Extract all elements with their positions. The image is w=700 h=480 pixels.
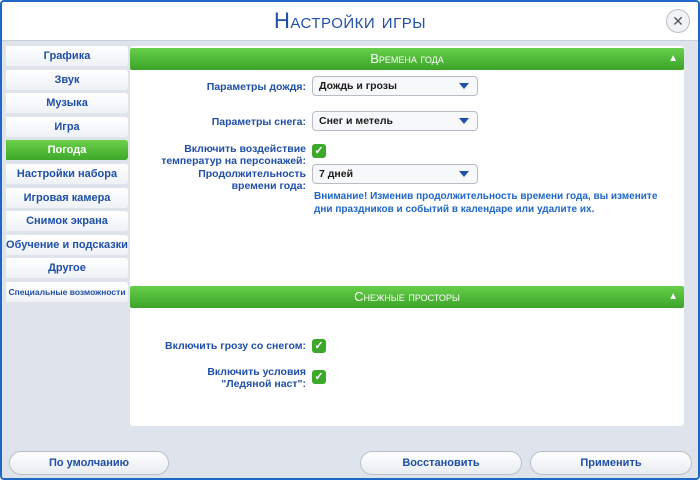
sidebar-item-pack-settings[interactable]: Настройки набора (6, 163, 128, 184)
page-title: Настройки игры (273, 8, 426, 33)
snow-thunder-label: Включить грозу со снегом: (164, 340, 306, 352)
settings-panel: Времена года ▲ Параметры дождя: Дождь и … (130, 46, 684, 426)
section-header-seasons[interactable]: Времена года ▲ (130, 48, 684, 70)
sidebar-item-music[interactable]: Музыка (6, 93, 128, 114)
rain-dropdown[interactable]: Дождь и грозы (312, 76, 478, 96)
temperature-label: Включить воздействие температур на персо… (130, 143, 306, 167)
restore-button[interactable]: Восстановить (360, 451, 522, 475)
ice-label-line-2: "Ледяной наст": (221, 378, 306, 390)
title-bar: Настройки игры ✕ (2, 2, 698, 41)
checkmark-icon: ✓ (314, 340, 324, 352)
close-button[interactable]: ✕ (666, 9, 690, 33)
temperature-label-line-1: Включить воздействие (184, 143, 306, 155)
sidebar-item-screenshot[interactable]: Снимок экрана (6, 211, 128, 232)
sidebar-item-weather[interactable]: Погода (6, 140, 128, 161)
settings-window: Настройки игры ✕ Графика Звук Музыка Игр… (0, 0, 700, 480)
sidebar: Графика Звук Музыка Игра Погода Настройк… (6, 46, 128, 306)
section-title: Времена года (370, 51, 444, 66)
duration-warning: Внимание! Изменив продолжительность врем… (314, 191, 658, 215)
duration-dropdown-value: 7 дней (319, 168, 354, 180)
snow-label: Параметры снега: (211, 116, 306, 128)
sidebar-item-other[interactable]: Другое (6, 258, 128, 279)
default-button[interactable]: По умолчанию (9, 451, 169, 475)
checkmark-icon: ✓ (314, 371, 324, 383)
chevron-up-icon[interactable]: ▲ (668, 286, 678, 308)
chevron-up-icon[interactable]: ▲ (668, 48, 678, 70)
snow-dropdown[interactable]: Снег и метель (312, 111, 478, 131)
caret-down-icon (459, 83, 469, 89)
sidebar-item-graphics[interactable]: Графика (6, 46, 128, 66)
section-title: Снежные просторы (354, 289, 460, 304)
snow-dropdown-value: Снег и метель (319, 115, 394, 127)
duration-dropdown[interactable]: 7 дней (312, 164, 478, 184)
duration-label: Продолжительность времени года: (130, 168, 306, 192)
ice-checkbox[interactable]: ✓ (312, 370, 326, 384)
caret-down-icon (459, 171, 469, 177)
section-header-snowy[interactable]: Снежные просторы ▲ (130, 286, 684, 308)
sidebar-item-game[interactable]: Игра (6, 116, 128, 137)
snow-thunder-checkbox[interactable]: ✓ (312, 339, 326, 353)
sidebar-item-tutorial[interactable]: Обучение и подсказки (6, 234, 128, 255)
sidebar-item-sound[interactable]: Звук (6, 69, 128, 90)
sidebar-item-camera[interactable]: Игровая камера (6, 187, 128, 208)
temperature-checkbox[interactable]: ✓ (312, 144, 326, 158)
rain-label: Параметры дождя: (206, 81, 306, 93)
sidebar-item-accessibility[interactable]: Специальные возможности (6, 281, 128, 302)
ice-label-line-1: Включить условия (207, 366, 306, 378)
duration-label-line-1: Продолжительность (198, 168, 306, 180)
rain-dropdown-value: Дождь и грозы (319, 80, 397, 92)
duration-label-line-2: времени года: (231, 180, 306, 192)
checkmark-icon: ✓ (314, 145, 324, 157)
caret-down-icon (459, 118, 469, 124)
close-icon: ✕ (672, 13, 684, 29)
apply-button[interactable]: Применить (530, 451, 692, 475)
temperature-label-line-2: температур на персонажей: (161, 155, 306, 167)
ice-label: Включить условия "Ледяной наст": (130, 366, 306, 390)
